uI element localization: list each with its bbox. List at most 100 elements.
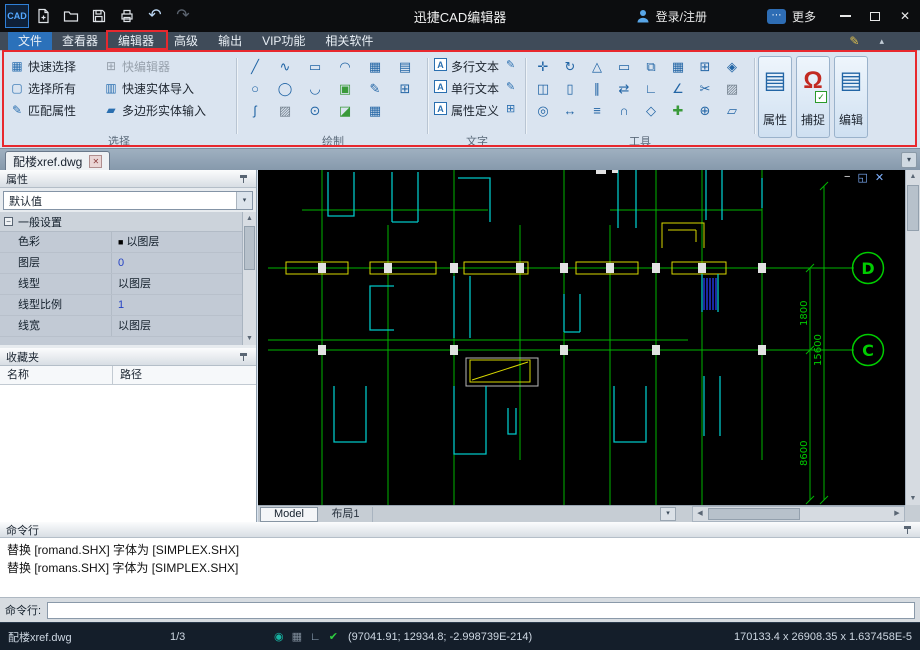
layers-tool[interactable]: ≡: [584, 101, 610, 120]
ortho-toggle-icon[interactable]: ∟: [310, 631, 321, 643]
select-all-button[interactable]: ▢ 选择所有: [10, 79, 76, 97]
ellipse-tool[interactable]: ◯: [272, 79, 298, 98]
freehand-tool[interactable]: ✎: [362, 79, 388, 98]
scrollbar-thumb[interactable]: [708, 508, 800, 520]
attribute-define-button[interactable]: 属性定义: [451, 102, 499, 119]
tab-list-dropdown[interactable]: ▾: [901, 152, 917, 168]
skew-tool[interactable]: ▱: [719, 101, 745, 120]
scroll-down-icon[interactable]: ▼: [243, 332, 256, 345]
arc-tool[interactable]: ◠: [332, 57, 358, 76]
quick-editor-button[interactable]: ⊞ 快编辑器: [104, 57, 170, 75]
save-button[interactable]: [85, 3, 113, 29]
property-row-color[interactable]: 色彩 ■ 以图层: [0, 232, 242, 253]
menu-tab-output[interactable]: 输出: [208, 32, 252, 50]
more-button[interactable]: ⋯ 更多: [766, 8, 816, 25]
angle-tool[interactable]: ∠: [665, 79, 691, 98]
document-tab[interactable]: 配楼xref.dwg ✕: [5, 151, 111, 171]
properties-panel-button[interactable]: ▤ 属性: [758, 56, 792, 138]
print-button[interactable]: [113, 3, 141, 29]
snap-toggle-icon[interactable]: ◉: [274, 630, 284, 643]
polygon-entity-input-button[interactable]: ▰ 多边形实体输入: [104, 101, 206, 119]
undo-button[interactable]: ↶: [141, 3, 169, 29]
viewport-restore-icon[interactable]: ◱: [857, 171, 867, 184]
scroll-down-icon[interactable]: ▼: [906, 492, 920, 505]
arc3p-tool[interactable]: ◡: [302, 79, 328, 98]
command-input[interactable]: [47, 601, 915, 619]
edit-panel-button[interactable]: ▤ 编辑: [834, 56, 868, 138]
join-tool[interactable]: ⊞: [692, 57, 718, 76]
gradient-tool[interactable]: ◪: [332, 101, 358, 120]
properties-preset-dropdown[interactable]: 默认值 ▾: [3, 191, 253, 210]
redo-button[interactable]: ↷: [169, 3, 197, 29]
quick-entity-import-button[interactable]: ▥ 快速实体导入: [104, 79, 194, 97]
quick-select-button[interactable]: ▦ 快速选择: [10, 57, 76, 75]
match-properties-button[interactable]: ✎ 匹配属性: [10, 101, 76, 119]
grid-toggle-icon[interactable]: ▦: [292, 630, 302, 643]
polyline-tool[interactable]: ∿: [272, 57, 298, 76]
menu-tab-vip[interactable]: VIP功能: [252, 32, 315, 50]
mtext-edit-icon[interactable]: ✎: [506, 58, 515, 71]
pin-icon[interactable]: [903, 524, 914, 535]
scroll-up-icon[interactable]: ▲: [906, 170, 920, 183]
minimize-button[interactable]: [830, 3, 860, 29]
mtext-button[interactable]: 多行文本: [451, 58, 499, 75]
move-tool[interactable]: ✛: [530, 57, 556, 76]
table-tool[interactable]: ▤: [392, 57, 418, 76]
menu-tab-file[interactable]: 文件: [8, 32, 53, 50]
offset-tool[interactable]: ▯: [557, 79, 583, 98]
single-text-button[interactable]: 单行文本: [451, 80, 499, 97]
collapse-ribbon-icon[interactable]: ▴: [879, 36, 884, 47]
maximize-button[interactable]: [860, 3, 890, 29]
snap-toggle-button[interactable]: Ω ✓ 捕捉: [796, 56, 830, 138]
image-tool[interactable]: ▣: [332, 79, 358, 98]
add-entity-tool[interactable]: ✚: [665, 101, 691, 120]
layout-list-dropdown[interactable]: ▾: [660, 507, 676, 521]
property-row-layer[interactable]: 图层 0: [0, 253, 242, 274]
block-tool[interactable]: ⊞: [392, 79, 418, 98]
scroll-up-icon[interactable]: ▲: [243, 212, 256, 225]
viewport-close-icon[interactable]: ✕: [875, 171, 884, 184]
stretch-tool[interactable]: ▭: [611, 57, 637, 76]
viewport-minimize-icon[interactable]: −: [844, 171, 850, 184]
osnap-check-icon[interactable]: ✔: [329, 630, 338, 643]
scrollbar-thumb[interactable]: [907, 185, 919, 231]
property-row-ltscale[interactable]: 线型比例 1: [0, 295, 242, 316]
hatch-edit-tool[interactable]: ▨: [719, 79, 745, 98]
scroll-left-icon[interactable]: ◀: [693, 507, 707, 521]
new-file-button[interactable]: [29, 3, 57, 29]
vertical-scrollbar[interactable]: ▲ ▼: [905, 170, 920, 505]
copy-tool[interactable]: ⧉: [638, 57, 664, 76]
scrollbar-thumb[interactable]: [244, 226, 255, 270]
cad-drawing[interactable]: D C 1800 15600 8600: [258, 170, 905, 505]
pin-icon[interactable]: [239, 351, 250, 362]
grid-table-tool[interactable]: ▦: [362, 101, 388, 120]
align-tool[interactable]: ◫: [530, 79, 556, 98]
close-button[interactable]: ✕: [890, 3, 920, 29]
favorites-list[interactable]: [0, 385, 256, 522]
fillet-tool[interactable]: ◈: [719, 57, 745, 76]
corner-tool[interactable]: ∟: [638, 79, 664, 98]
collapse-group-icon[interactable]: −: [4, 217, 13, 226]
property-group-general[interactable]: − 一般设置: [0, 212, 242, 232]
horizontal-scrollbar[interactable]: ◀ ▶: [692, 506, 905, 522]
menu-tab-editor[interactable]: 编辑器: [108, 32, 164, 50]
region-tool[interactable]: ▦: [362, 57, 388, 76]
donut-tool[interactable]: ◎: [530, 101, 556, 120]
attribute-edit-icon[interactable]: ⊞: [506, 102, 515, 115]
point-tool[interactable]: ⊙: [302, 101, 328, 120]
spline-tool[interactable]: ʃ: [242, 101, 268, 120]
login-button[interactable]: 登录/注册: [635, 8, 707, 25]
extend-tool[interactable]: ↔: [557, 101, 583, 120]
trim-tool[interactable]: ✂: [692, 79, 718, 98]
rotate-tool[interactable]: ↻: [557, 57, 583, 76]
pin-icon[interactable]: [239, 173, 250, 184]
property-grid-scrollbar[interactable]: ▲ ▼: [242, 212, 256, 345]
line-tool[interactable]: ╱: [242, 57, 268, 76]
swap-tool[interactable]: ⇄: [611, 79, 637, 98]
menu-tab-related[interactable]: 相关软件: [315, 32, 383, 50]
text-edit-icon[interactable]: ✎: [506, 80, 515, 93]
circle-tool[interactable]: ○: [242, 79, 268, 98]
mirror-tool[interactable]: △: [584, 57, 610, 76]
tab-close-icon[interactable]: ✕: [89, 155, 103, 168]
tab-model[interactable]: Model: [260, 507, 318, 522]
